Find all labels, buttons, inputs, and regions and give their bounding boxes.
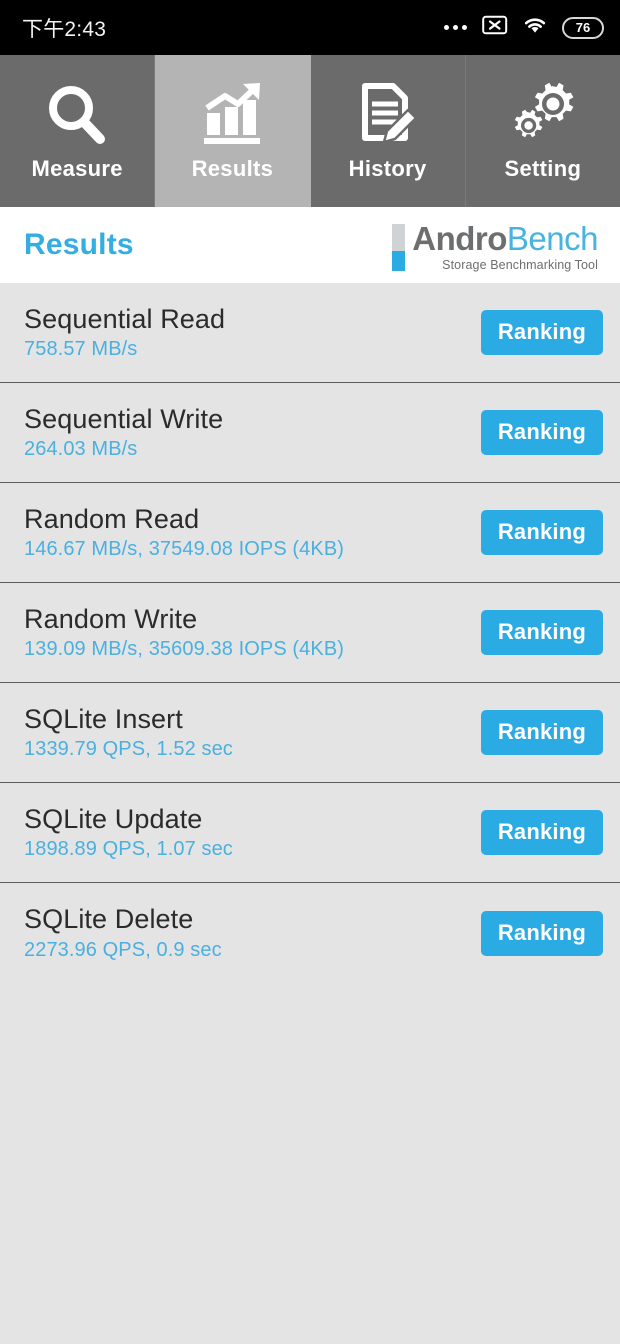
table-row[interactable]: SQLite Update 1898.89 QPS, 1.07 sec Rank… bbox=[0, 783, 620, 883]
logo-text: AndroBench Storage Benchmarking Tool bbox=[412, 222, 598, 272]
row-text-group: Random Write 139.09 MB/s, 35609.38 IOPS … bbox=[24, 603, 345, 661]
logo-word-andro: Andro bbox=[412, 220, 507, 257]
result-value: 264.03 MB/s bbox=[24, 438, 138, 461]
logo-bar-icon bbox=[392, 224, 406, 271]
table-row[interactable]: Sequential Read 758.57 MB/s Ranking bbox=[0, 283, 620, 383]
result-value: 1339.79 QPS, 1.52 sec bbox=[24, 738, 233, 761]
ranking-button[interactable]: Ranking bbox=[480, 310, 603, 355]
result-value: 758.57 MB/s bbox=[24, 338, 138, 361]
row-text-group: SQLite Update 1898.89 QPS, 1.07 sec bbox=[24, 803, 233, 861]
result-title: Random Write bbox=[24, 603, 198, 634]
results-list: Sequential Read 758.57 MB/s Ranking Sequ… bbox=[0, 283, 620, 983]
battery-icon: 76 bbox=[562, 16, 604, 39]
tab-results[interactable]: Results bbox=[155, 55, 311, 207]
status-bar: 下午2:43 76 bbox=[0, 0, 620, 55]
more-dots-icon bbox=[444, 25, 467, 30]
bar-chart-arrow-icon bbox=[195, 80, 269, 148]
androbench-logo: AndroBench Storage Benchmarking Tool bbox=[392, 218, 599, 272]
page-header: Results AndroBench Storage Benchmarking … bbox=[0, 207, 620, 283]
tab-setting-label: Setting bbox=[504, 156, 582, 181]
result-value: 146.67 MB/s, 37549.08 IOPS (4KB) bbox=[24, 538, 345, 561]
table-row[interactable]: Random Read 146.67 MB/s, 37549.08 IOPS (… bbox=[0, 483, 620, 583]
row-text-group: Sequential Read 758.57 MB/s bbox=[24, 303, 226, 361]
result-title: SQLite Insert bbox=[24, 703, 183, 734]
gears-icon bbox=[506, 80, 580, 148]
ranking-button[interactable]: Ranking bbox=[480, 910, 603, 956]
ranking-button[interactable]: Ranking bbox=[480, 510, 603, 555]
tab-measure-label: Measure bbox=[31, 156, 123, 181]
battery-level-label: 76 bbox=[575, 20, 591, 35]
row-text-group: SQLite Delete 2273.96 QPS, 0.9 sec bbox=[24, 905, 222, 960]
row-text-group: Random Read 146.67 MB/s, 37549.08 IOPS (… bbox=[24, 503, 345, 561]
result-title: SQLite Delete bbox=[24, 904, 194, 935]
table-row[interactable]: SQLite Delete 2273.96 QPS, 0.9 sec Ranki… bbox=[0, 883, 620, 983]
page-title: Results bbox=[24, 228, 134, 261]
tab-setting[interactable]: Setting bbox=[465, 55, 620, 207]
tab-history-label: History bbox=[348, 156, 427, 181]
ranking-button[interactable]: Ranking bbox=[480, 710, 603, 755]
table-row[interactable]: Sequential Write 264.03 MB/s Ranking bbox=[0, 383, 620, 483]
result-title: Random Read bbox=[24, 503, 200, 534]
logo-wordmark: AndroBench bbox=[412, 222, 598, 255]
status-icon-group: 76 bbox=[444, 14, 604, 41]
magnifier-icon bbox=[40, 80, 114, 148]
ranking-button[interactable]: Ranking bbox=[480, 810, 603, 855]
result-title: Sequential Write bbox=[24, 403, 224, 434]
ranking-button[interactable]: Ranking bbox=[480, 610, 603, 655]
row-text-group: Sequential Write 264.03 MB/s bbox=[24, 403, 224, 461]
logo-word-bench: Bench bbox=[506, 220, 599, 257]
tab-history[interactable]: History bbox=[310, 55, 466, 207]
row-text-group: SQLite Insert 1339.79 QPS, 1.52 sec bbox=[24, 703, 233, 761]
tab-measure[interactable]: Measure bbox=[0, 55, 156, 207]
result-value: 2273.96 QPS, 0.9 sec bbox=[24, 938, 222, 961]
logo-tagline: Storage Benchmarking Tool bbox=[442, 258, 598, 272]
result-value: 1898.89 QPS, 1.07 sec bbox=[24, 838, 233, 861]
document-pencil-icon bbox=[351, 80, 425, 148]
main-tab-bar: Measure Results History Setting bbox=[0, 55, 620, 207]
tab-results-label: Results bbox=[191, 156, 274, 181]
table-row[interactable]: SQLite Insert 1339.79 QPS, 1.52 sec Rank… bbox=[0, 683, 620, 783]
wifi-icon bbox=[521, 14, 549, 41]
result-value: 139.09 MB/s, 35609.38 IOPS (4KB) bbox=[24, 638, 345, 661]
result-title: SQLite Update bbox=[24, 803, 203, 834]
ranking-button[interactable]: Ranking bbox=[480, 410, 603, 455]
status-clock: 下午2:43 bbox=[22, 17, 107, 41]
no-sim-icon bbox=[482, 15, 508, 40]
result-title: Sequential Read bbox=[24, 303, 226, 334]
table-row[interactable]: Random Write 139.09 MB/s, 35609.38 IOPS … bbox=[0, 583, 620, 683]
